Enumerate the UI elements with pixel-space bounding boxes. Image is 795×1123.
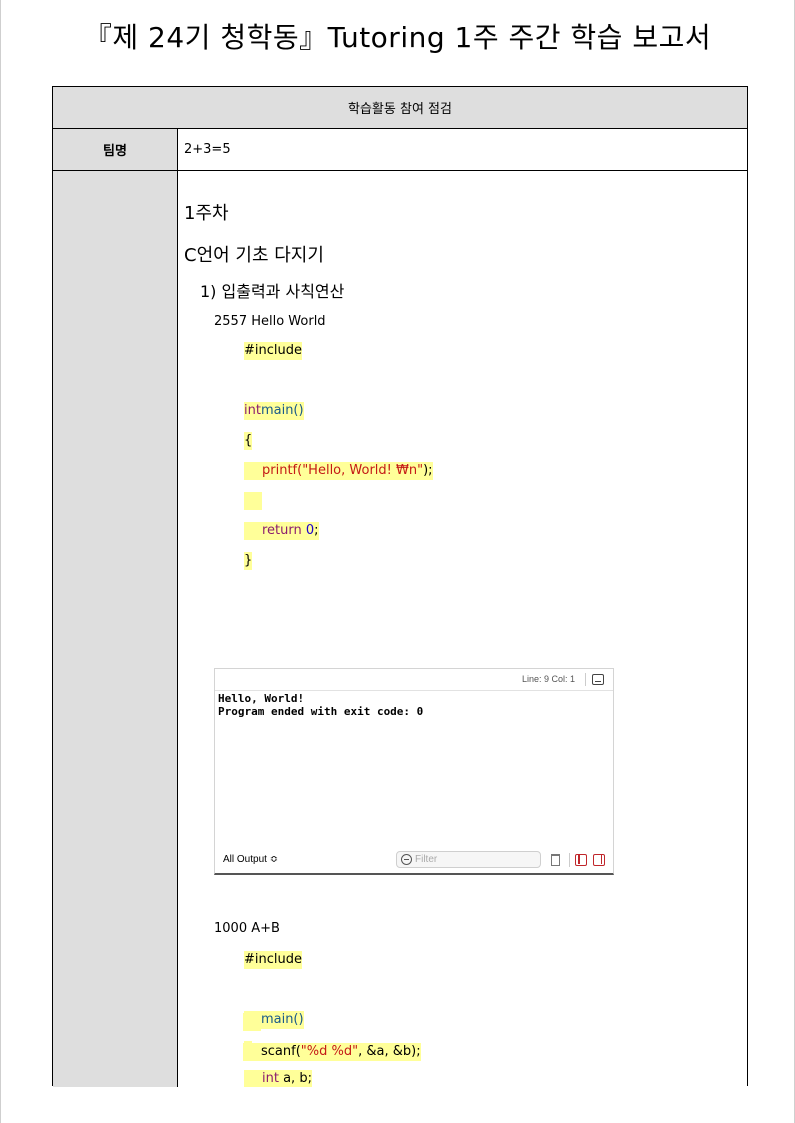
code-return-value: 0 [305,523,315,538]
code-declaration: a, b; [278,1071,312,1086]
code-line: scanf("%d %d", &a, &b); [243,1043,421,1061]
filter-placeholder: Filter [415,854,438,865]
console-output: Hello, World! Program ended with exit cod… [218,692,423,718]
filter-icon [401,854,412,865]
code-keyword: int [244,403,261,418]
problem-title-1000: 1000 A+B [214,921,280,936]
console-output-line: Program ended with exit code: 0 [218,705,424,718]
code-include: #include [244,951,302,969]
code-string: "Hello, World! ₩n" [302,463,424,478]
code-line-empty [244,492,262,510]
code-scanf-end: , &a, &b); [358,1044,421,1059]
trash-icon[interactable] [551,854,560,866]
line-col-indicator: Line: 9 Col: 1 [521,674,575,684]
code-open-brace: { [244,432,253,450]
topic-heading: C언어 기초 다지기 [184,245,324,266]
console-bottom-bar: All Output ≎ Filter [215,847,613,873]
right-pane-icon[interactable] [593,854,605,866]
code-line-empty [243,1013,261,1031]
code-line: #include [244,951,302,969]
code-printf: printf( [262,463,303,478]
report-table: 학습활동 참여 점검 팀명 2+3=5 1주차 C언어 기초 다지기 1) 입출… [52,86,748,1087]
left-pane-icon[interactable] [575,854,587,866]
content-cell: 1주차 C언어 기초 다지기 1) 입출력과 사칙연산 2557 Hello W… [179,171,747,1087]
team-row: 팀명 2+3=5 [53,129,747,171]
code-main: main() [260,1012,304,1027]
code-return: return [262,523,302,538]
filter-field[interactable]: Filter [396,851,541,868]
code-include: #include [244,342,302,360]
table-header-label: 학습활동 참여 점검 [348,102,452,117]
console-output-line: Hello, World! [218,692,305,705]
code-line: intmain() [244,402,304,420]
week-heading: 1주차 [184,203,229,224]
report-title: 『제 24기 청학동』Tutoring 1주 주간 학습 보고서 [83,21,712,54]
code-keyword: int [262,1071,279,1086]
code-main: main() [260,403,304,418]
console-toolbar: Line: 9 Col: 1 [215,669,613,691]
code-scanf: scanf( [261,1044,301,1059]
content-label-cell [53,171,178,1087]
table-header: 학습활동 참여 점검 [53,87,747,129]
code-line: } [244,552,253,570]
problem-title-2557: 2557 Hello World [214,314,326,329]
code-line: int a, b; [244,1070,312,1087]
code-line: printf("Hello, World! ₩n"); [244,462,433,480]
all-output-selector[interactable]: All Output ≎ [223,854,278,865]
team-value: 2+3=5 [184,142,231,157]
console-screenshot: Line: 9 Col: 1 Hello, World! Program ende… [214,668,614,875]
code-line: return 0; [244,522,319,540]
code-close-brace: } [244,552,253,570]
code-line: { [244,432,253,450]
section-heading: 1) 입출력과 사칙연산 [200,282,345,301]
team-label: 팀명 [53,129,178,170]
code-string: "%d %d" [300,1044,359,1059]
code-line: #include [244,342,302,360]
hide-console-icon[interactable] [592,674,604,685]
code-printf-end: ); [423,463,433,478]
